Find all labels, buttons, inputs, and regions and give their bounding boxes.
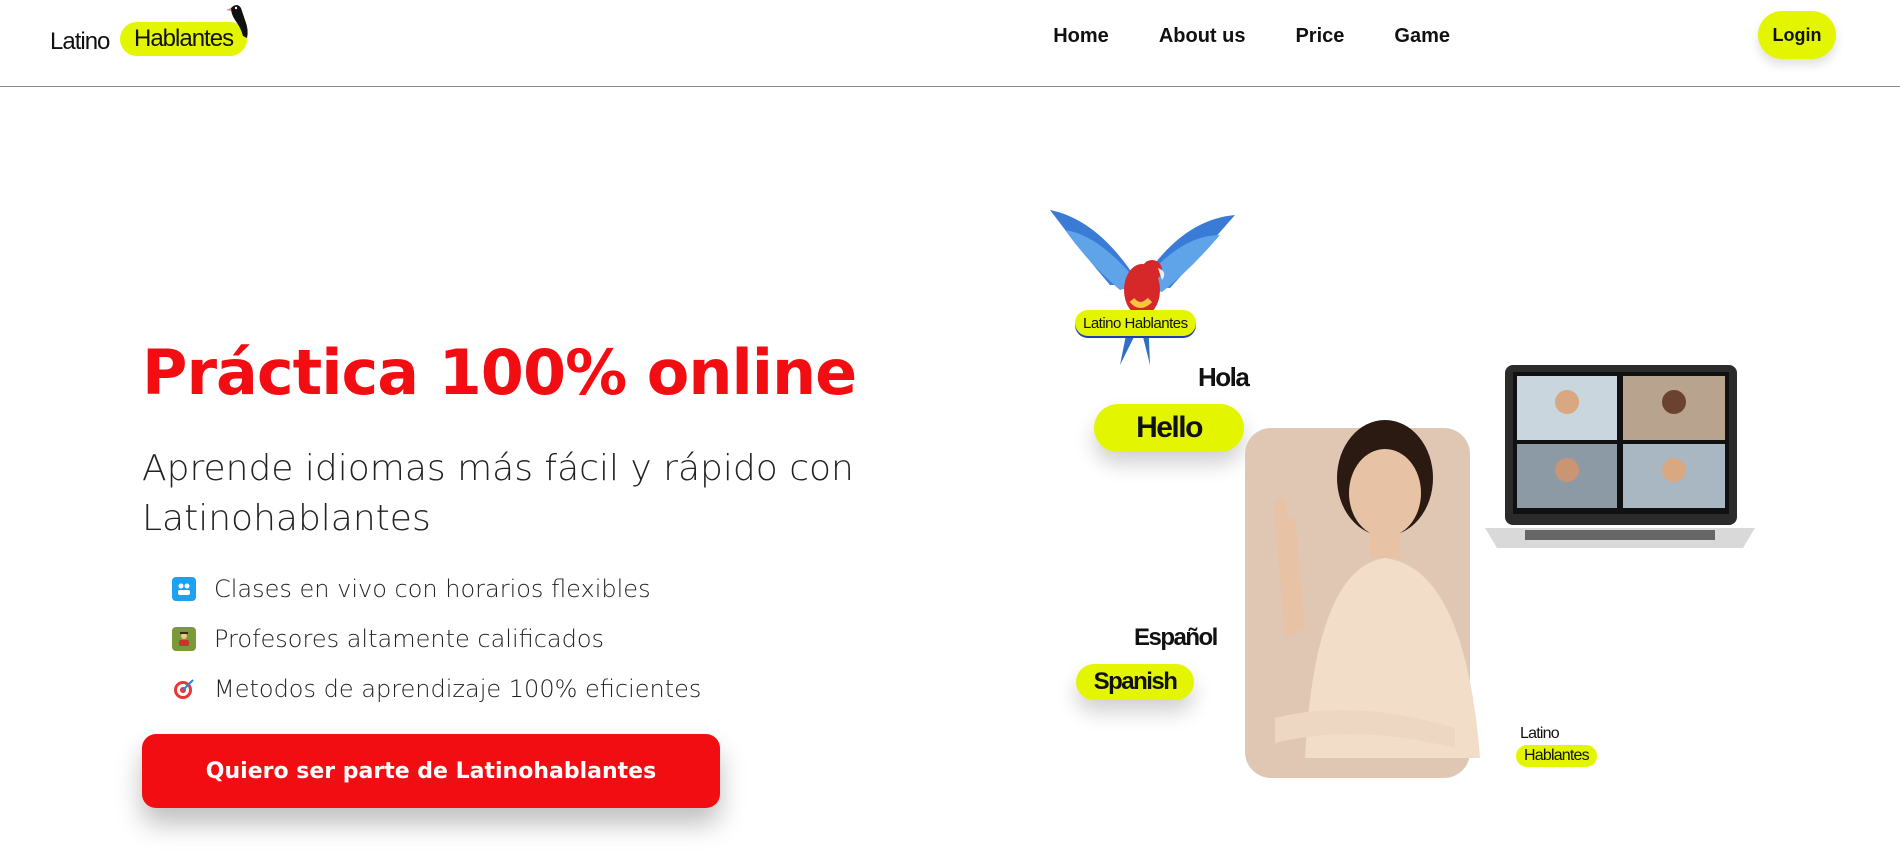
word-spanish: Spanish <box>1076 664 1194 700</box>
nav-game-link[interactable]: Game <box>1394 25 1450 48</box>
site-header: Latino Hablantes Home About us Price Gam… <box>0 0 1900 87</box>
feature-list: Clases en vivo con horarios flexibles Pr… <box>172 564 701 714</box>
hero-subtitle: Aprende idiomas más fácil y rápido con L… <box>142 448 854 539</box>
main-nav: Home About us Price Game <box>1003 0 1450 72</box>
small-logo-word-latino: Latino <box>1520 725 1560 742</box>
site-logo[interactable]: Latino Hablantes <box>50 5 250 60</box>
feature-text: Metodos de aprendizaje 100% eficientes <box>214 675 702 703</box>
teacher-icon <box>172 627 196 651</box>
logo-word-latino: Latino <box>50 28 110 55</box>
feature-text: Profesores altamente calificados <box>214 625 605 653</box>
small-latino-hablantes-logo: Latino Hablantes <box>1516 725 1620 785</box>
parrot-image <box>1050 210 1235 365</box>
laptop-video-call-image <box>1485 365 1755 548</box>
hero-title: Práctica 100% online <box>142 336 857 409</box>
nav-about-link[interactable]: About us <box>1159 25 1246 48</box>
hero-illustration: Latino Hablantes Hola Hello Español Span… <box>1000 190 1820 810</box>
join-cta-button[interactable]: Quiero ser parte de Latinohablantes <box>142 734 720 808</box>
feature-item: Profesores altamente calificados <box>172 614 701 664</box>
nav-home-link[interactable]: Home <box>1053 25 1109 48</box>
word-espanol: Español <box>1134 624 1218 651</box>
feature-item: Clases en vivo con horarios flexibles <box>172 564 701 614</box>
login-button[interactable]: Login <box>1758 11 1836 59</box>
target-icon <box>172 677 196 701</box>
bird-icon <box>226 5 248 38</box>
feature-item: Metodos de aprendizaje 100% eficientes <box>172 664 701 714</box>
small-logo-word-hablantes: Hablantes <box>1516 745 1597 767</box>
feature-text: Clases en vivo con horarios flexibles <box>214 575 651 603</box>
student-photo <box>1245 420 1480 778</box>
word-hello: Hello <box>1094 404 1244 452</box>
video-call-icon <box>172 577 196 601</box>
parrot-logo-badge: Latino Hablantes <box>1075 310 1196 336</box>
nav-price-link[interactable]: Price <box>1295 25 1344 48</box>
word-hola: Hola <box>1198 362 1250 392</box>
